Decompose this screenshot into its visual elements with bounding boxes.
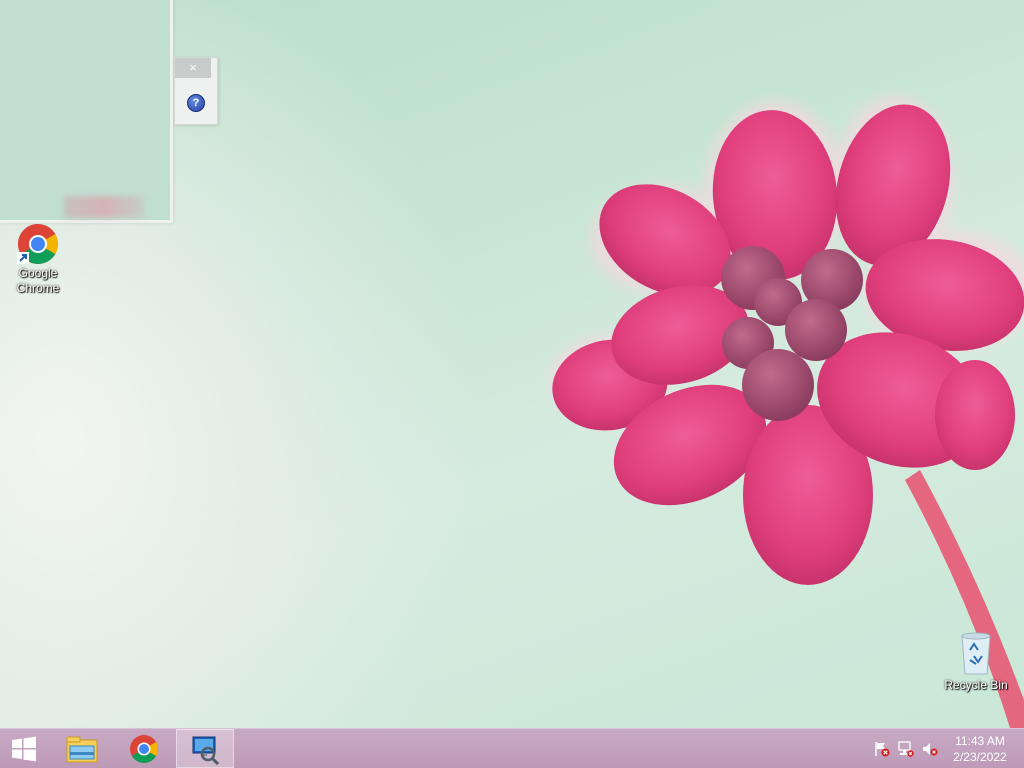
desktop-icon-label: Recycle Bin: [944, 678, 1008, 692]
desktop: × ? Google Chrome Recycle Bin: [0, 0, 1024, 728]
window-remnant: [0, 0, 173, 223]
chrome-icon: [130, 734, 158, 763]
close-button[interactable]: ×: [175, 58, 211, 78]
windows-logo-icon: [12, 736, 36, 761]
clock-date: 2/23/2022: [953, 750, 1007, 764]
desktop-icon-label: Google Chrome: [16, 266, 60, 295]
network-diagnostics-icon: [192, 736, 220, 765]
taskbar-network-diagnostics[interactable]: [176, 729, 234, 768]
help-button[interactable]: ?: [187, 94, 205, 112]
file-explorer-icon: [66, 736, 98, 762]
network-icon[interactable]: [898, 741, 914, 757]
system-clock[interactable]: 11:43 AM 2/23/2022: [944, 733, 1016, 765]
blurred-content: [64, 196, 144, 218]
taskbar-chrome[interactable]: [116, 729, 172, 768]
desktop-icon-google-chrome[interactable]: Google Chrome: [2, 222, 74, 296]
chrome-icon: [17, 224, 58, 264]
taskbar-file-explorer[interactable]: [54, 729, 110, 768]
start-button[interactable]: [0, 729, 48, 768]
dialog-remnant: × ?: [174, 57, 218, 125]
taskbar: 11:43 AM 2/23/2022: [0, 728, 1024, 768]
desktop-icon-recycle-bin[interactable]: Recycle Bin: [940, 630, 1012, 693]
clock-time: 11:43 AM: [955, 734, 1005, 748]
recycle-bin-icon: [961, 632, 991, 675]
action-center-flag-icon[interactable]: [874, 741, 890, 757]
volume-muted-icon[interactable]: [922, 741, 938, 757]
